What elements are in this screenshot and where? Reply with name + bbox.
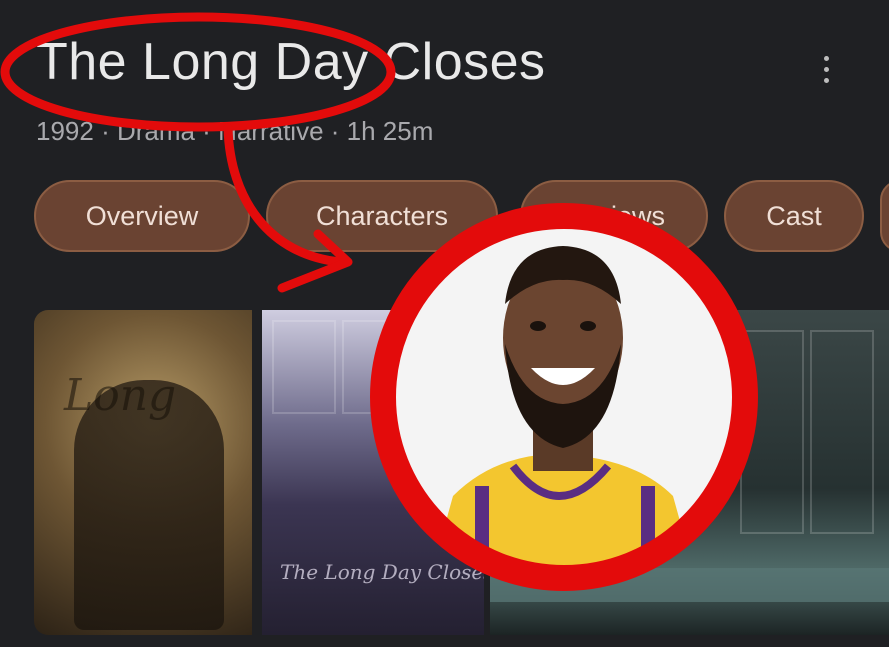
highlight-circle (370, 203, 758, 591)
annotation-ring-layer (370, 203, 758, 591)
screen: The Long Day Closes 1992 · Drama · Narra… (0, 0, 889, 647)
